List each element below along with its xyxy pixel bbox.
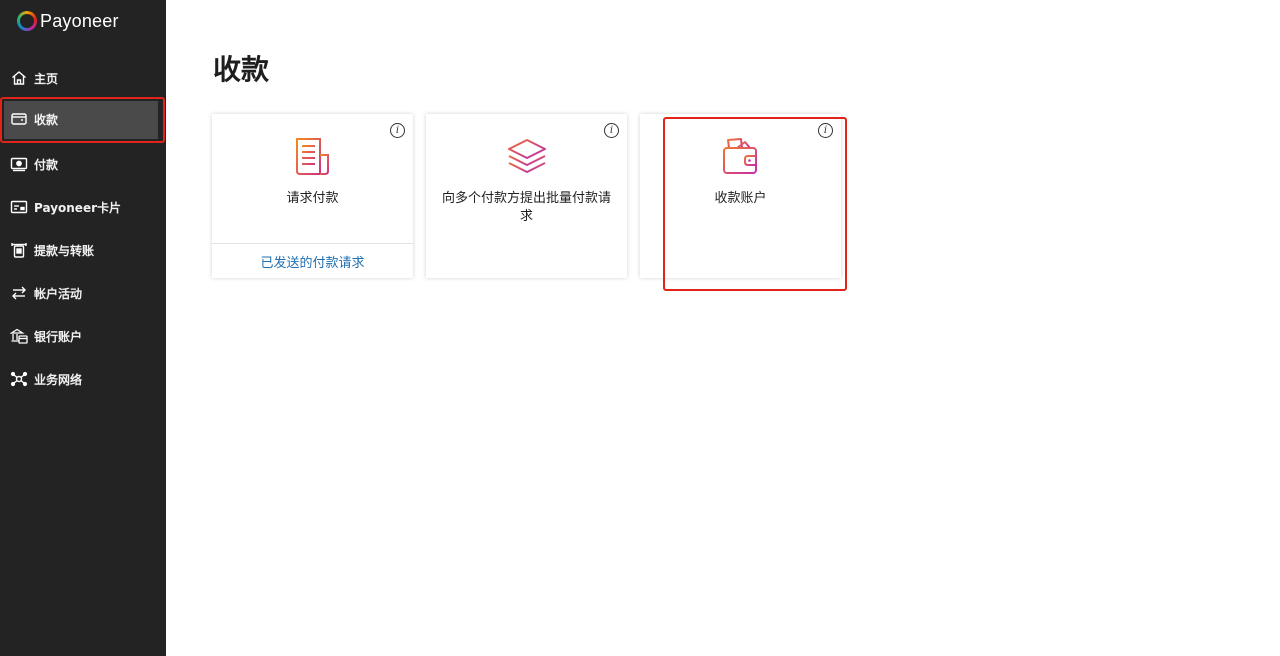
sidebar-item-card[interactable]: Payoneer卡片 [0, 187, 166, 227]
card-label: 向多个付款方提出批量付款请求 [441, 191, 611, 224]
card-label: 请求付款 [286, 191, 339, 206]
card-icon [10, 198, 34, 216]
sidebar-item-label: 提款与转账 [34, 243, 95, 258]
payment-icon [10, 155, 34, 173]
info-icon[interactable]: i [604, 123, 619, 138]
payoneer-logo[interactable]: Payoneer [17, 9, 119, 33]
payoneer-logo-icon [17, 11, 37, 31]
transfer-arrows-icon [10, 284, 34, 302]
wallet-icon [10, 110, 34, 128]
sidebar-item-label: 主页 [34, 71, 59, 86]
withdraw-icon [10, 241, 34, 259]
sidebar-item-label: Payoneer卡片 [34, 200, 122, 215]
layers-icon [506, 136, 548, 178]
sidebar-item-bank[interactable]: 银行账户 [0, 316, 166, 356]
sidebar-item-label: 业务网络 [34, 372, 83, 387]
network-icon [10, 370, 34, 388]
sidebar-item-withdraw[interactable]: 提款与转账 [0, 230, 166, 270]
bank-icon [10, 327, 34, 345]
sidebar-item-network[interactable]: 业务网络 [0, 359, 166, 399]
sidebar-item-label: 收款 [34, 112, 59, 127]
sidebar-item-home[interactable]: 主页 [0, 58, 166, 98]
sent-requests-link[interactable]: 已发送的付款请求 [212, 243, 413, 278]
sidebar-item-label: 银行账户 [34, 329, 83, 344]
sidebar-item-receive[interactable]: 收款 [0, 97, 166, 143]
sidebar-item-label: 帐户活动 [34, 286, 83, 301]
sidebar-item-pay[interactable]: 付款 [0, 144, 166, 184]
wallet-cards-icon [720, 136, 762, 178]
sidebar-item-activity[interactable]: 帐户活动 [0, 273, 166, 313]
page-title: 收款 [213, 53, 270, 86]
card-label: 收款账户 [714, 191, 767, 206]
sidebar: Payoneer 主页 收款 付款 Payoneer卡片 提款与转账 帐户活动 … [0, 0, 166, 656]
receiving-accounts-card[interactable]: i 收款账户 [640, 114, 841, 278]
document-icon [292, 136, 334, 178]
sidebar-item-label: 付款 [34, 157, 59, 172]
batch-request-card[interactable]: i 向多个付款方提出批量付款请求 [426, 114, 627, 278]
brand-name: Payoneer [40, 10, 119, 31]
info-icon[interactable]: i [390, 123, 405, 138]
home-icon [10, 69, 34, 87]
request-payment-card[interactable]: i 请求付款 已发送的付款请求 [212, 114, 413, 278]
info-icon[interactable]: i [818, 123, 833, 138]
